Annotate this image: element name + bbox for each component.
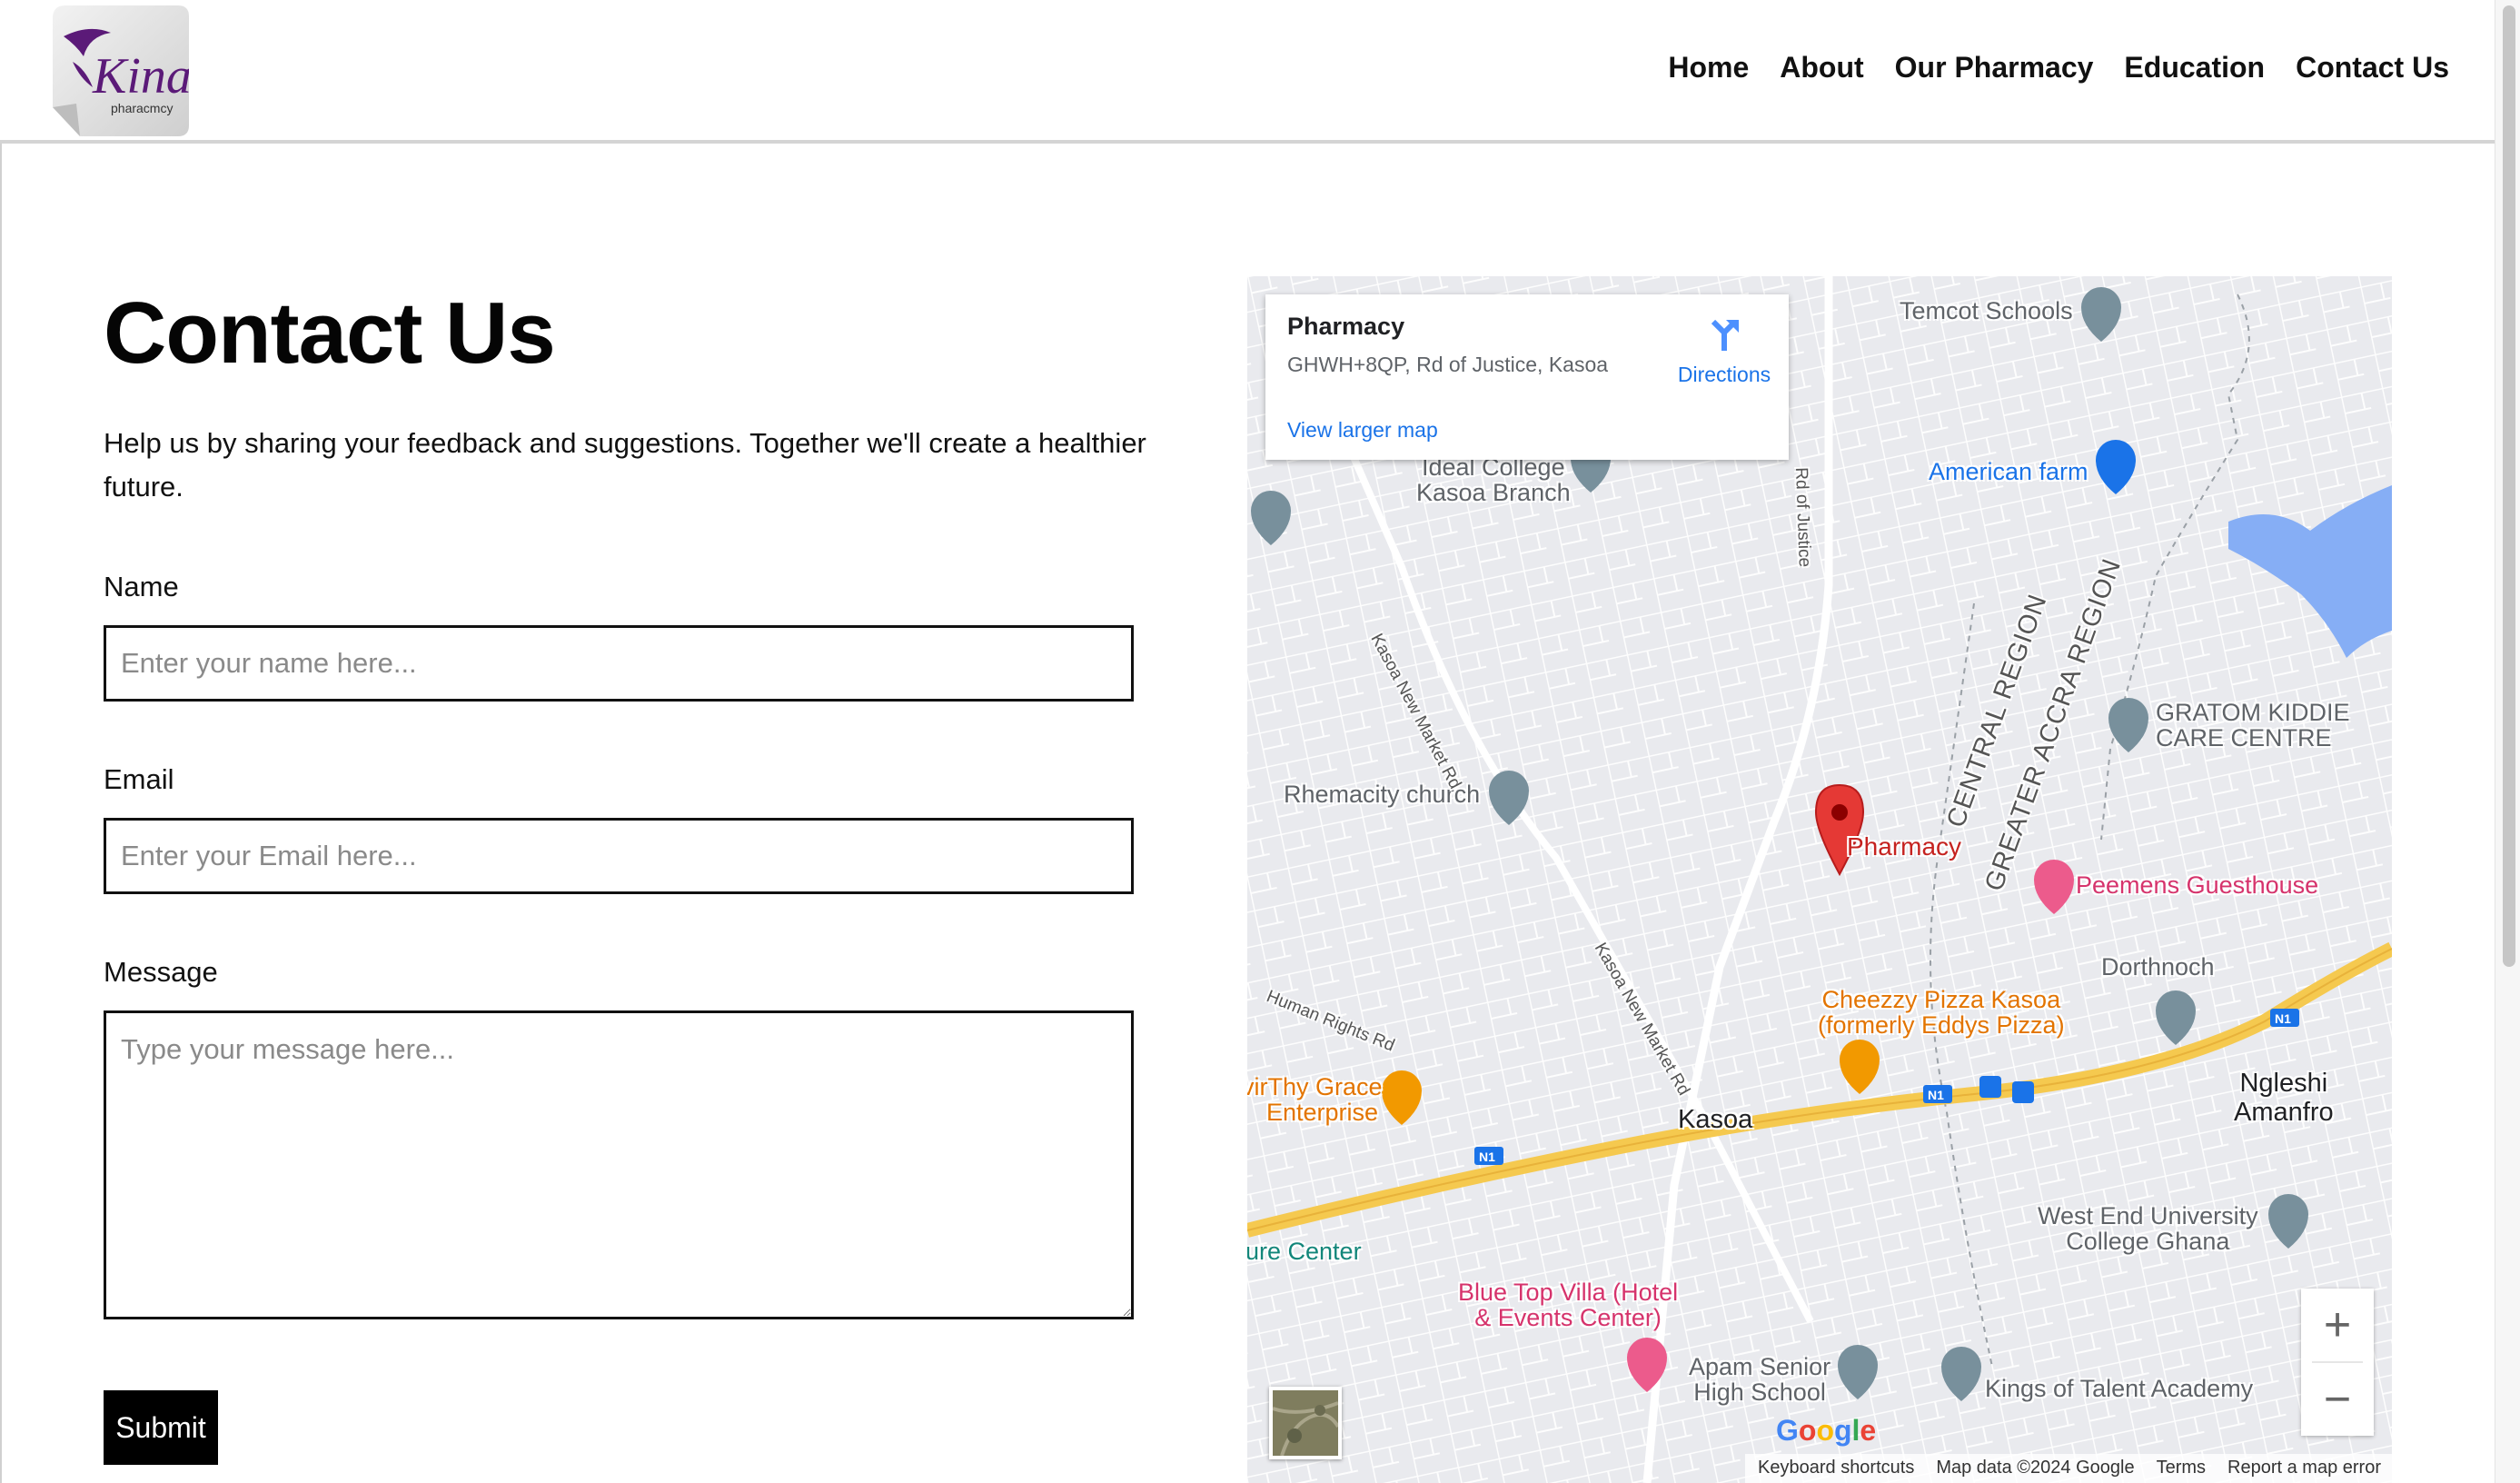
map-label-kasoa: Kasoa xyxy=(1678,1105,1753,1134)
site-header: Kina pharacmcy Home About Our Pharmacy E… xyxy=(0,0,2495,144)
zoom-controls: + − xyxy=(2301,1289,2374,1436)
email-label: Email xyxy=(104,763,174,795)
map-label-cheezzy-pizza[interactable]: Cheezzy Pizza Kasoa (formerly Eddys Pizza… xyxy=(1818,987,2065,1038)
logo-icon: Kina pharacmcy xyxy=(53,5,192,136)
map-info-card: Pharmacy GHWH+8QP, Rd of Justice, Kasoa … xyxy=(1265,294,1789,460)
map-label-pharmacy[interactable]: Pharmacy xyxy=(1847,832,1961,861)
kina-logo[interactable]: Kina pharacmcy xyxy=(53,5,192,136)
directions-label: Directions xyxy=(1677,363,1771,386)
map-label-kings-of-talent[interactable]: Kings of Talent Academy xyxy=(1985,1376,2253,1401)
info-address: GHWH+8QP, Rd of Justice, Kasoa xyxy=(1287,353,1609,376)
view-larger-map-link[interactable]: View larger map xyxy=(1287,418,1438,443)
info-title: Pharmacy xyxy=(1287,313,1405,340)
map-label-blue-top-villa[interactable]: Blue Top Villa (Hotel & Events Center) xyxy=(1458,1279,1678,1330)
road-label-justice: Rd of Justice xyxy=(1791,467,1814,568)
map-attribution: Keyboard shortcuts Map data ©2024 Google… xyxy=(1745,1454,2392,1483)
nav-our-pharmacy[interactable]: Our Pharmacy xyxy=(1895,51,2094,85)
satellite-thumbnail-icon xyxy=(1273,1390,1338,1456)
google-map[interactable]: N1 N1 N1 Temcot Schools Ideal College Kas… xyxy=(1247,276,2392,1483)
satellite-toggle[interactable] xyxy=(1269,1387,1342,1459)
map-label-ure-center[interactable]: ure Center xyxy=(1247,1238,1362,1266)
map-label-ngleshi: Ngleshi Amanfro xyxy=(2234,1069,2334,1127)
map-label-temcot[interactable]: Temcot Schools xyxy=(1900,298,2073,323)
svg-text:N1: N1 xyxy=(2275,1011,2291,1026)
terms-link[interactable]: Terms xyxy=(2157,1458,2206,1479)
scrollbar-thumb[interactable] xyxy=(2503,5,2515,967)
intro-text: Help us by sharing your feedback and sug… xyxy=(104,427,1146,503)
map-label-american-farm[interactable]: American farm xyxy=(1929,458,2088,486)
zoom-in-button[interactable]: + xyxy=(2301,1289,2374,1361)
google-logo: Google xyxy=(1776,1414,1877,1447)
nav-education[interactable]: Education xyxy=(2124,51,2265,85)
map-label-ideal-college[interactable]: Ideal College Kasoa Branch xyxy=(1416,454,1571,505)
map-label-dorthnoch[interactable]: Dorthnoch xyxy=(2101,954,2215,980)
main-nav: Home About Our Pharmacy Education Contac… xyxy=(1668,51,2449,85)
map-label-peemens[interactable]: Peemens Guesthouse xyxy=(2076,872,2318,898)
svg-text:pharacmcy: pharacmcy xyxy=(111,101,173,115)
nav-home[interactable]: Home xyxy=(1668,51,1749,85)
zoom-out-button[interactable]: − xyxy=(2301,1363,2374,1436)
nav-contact-us[interactable]: Contact Us xyxy=(2296,51,2449,85)
svg-text:Kina: Kina xyxy=(92,48,189,105)
map-data-text: Map data ©2024 Google xyxy=(1936,1458,2135,1478)
message-textarea[interactable] xyxy=(104,1010,1134,1319)
submit-button[interactable]: Submit xyxy=(104,1390,218,1465)
svg-text:N1: N1 xyxy=(1928,1088,1944,1102)
keyboard-shortcuts-link[interactable]: Keyboard shortcuts xyxy=(1758,1458,1914,1479)
window-edge xyxy=(0,0,2,1483)
message-label: Message xyxy=(104,956,218,988)
report-error-link[interactable]: Report a map error xyxy=(2227,1458,2381,1479)
map-label-gratom[interactable]: GRATOM KIDDIE CARE CENTRE xyxy=(2156,700,2350,751)
page-title: Contact Us xyxy=(104,284,556,382)
svg-text:N1: N1 xyxy=(1479,1150,1495,1164)
nav-about[interactable]: About xyxy=(1780,51,1863,85)
email-input[interactable] xyxy=(104,818,1134,894)
map-label-west-end[interactable]: West End University College Ghana xyxy=(2038,1203,2258,1254)
directions-icon xyxy=(1711,319,1739,351)
directions-button[interactable]: Directions xyxy=(1674,314,1774,387)
page-scrollbar[interactable] xyxy=(2495,0,2520,1483)
map-label-apam-school[interactable]: Apam Senior High School xyxy=(1689,1354,1830,1405)
name-label: Name xyxy=(104,571,179,602)
map-label-thy-grace[interactable]: virThy Grace Enterprise xyxy=(1247,1074,1383,1125)
name-input[interactable] xyxy=(104,625,1134,702)
